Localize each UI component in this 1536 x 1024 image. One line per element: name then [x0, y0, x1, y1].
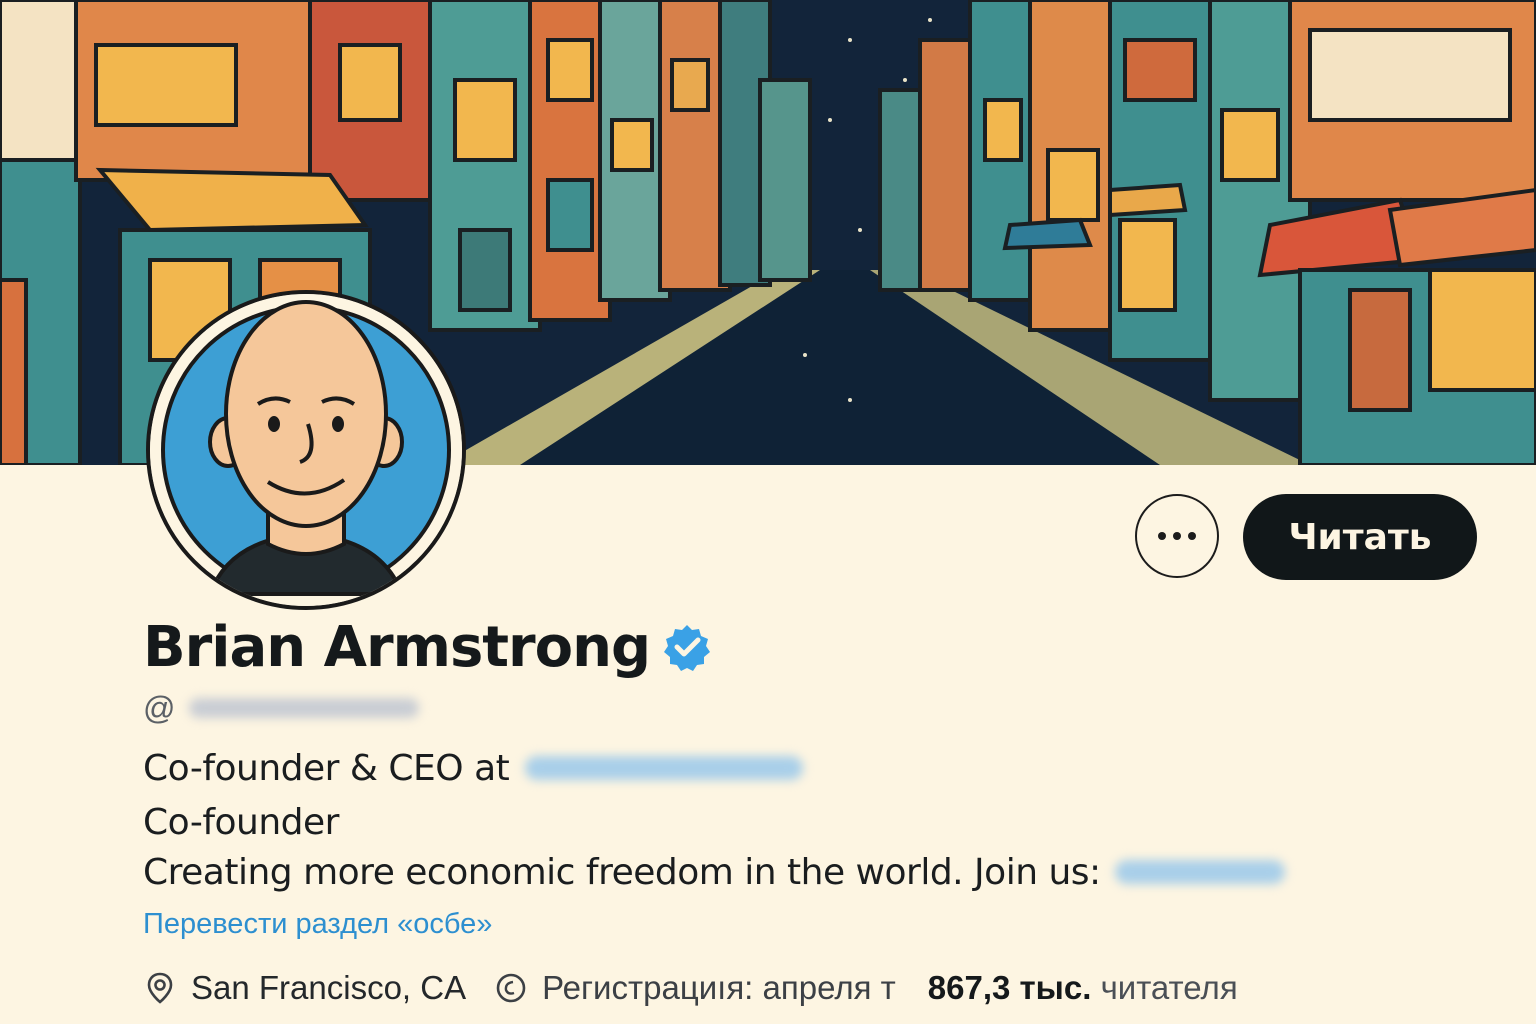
- location-icon: [147, 972, 173, 1004]
- calendar-icon: [496, 973, 526, 1003]
- join-date-text: Регистрациıя: апреля т: [542, 969, 896, 1006]
- bio-line-1-text: Co-founder & CEO at: [143, 747, 510, 789]
- redacted-company-link[interactable]: [525, 756, 804, 780]
- avatar-illustration: [150, 294, 462, 606]
- redacted-handle: [189, 698, 420, 718]
- verified-icon: [664, 625, 711, 671]
- handle-row: @: [143, 688, 420, 728]
- follow-button[interactable]: Читать: [1243, 494, 1477, 580]
- followers-label: читателя: [1100, 969, 1238, 1006]
- followers-link[interactable]: 867,3 тыс. читателя: [928, 969, 1238, 1007]
- bio-line-3-text: Creating more economic freedom in the wo…: [143, 851, 1101, 893]
- bio-line-2-text: Co-founder: [143, 801, 339, 843]
- profile-meta-row: San Francisco, CA Регистрациıя: апреля т…: [143, 962, 1238, 1014]
- more-icon: [1158, 532, 1196, 540]
- location-text: San Francisco, CA: [191, 969, 467, 1006]
- bio-line-2: Co-founder: [143, 796, 339, 848]
- profile-name-row: Brian Armstrong: [143, 612, 712, 682]
- bio-line-3: Creating more economic freedom in the wo…: [143, 846, 1285, 898]
- redacted-join-link[interactable]: [1114, 860, 1285, 884]
- bio-line-1: Co-founder & CEO at: [143, 742, 804, 794]
- translate-bio-link[interactable]: Перевести раздел «осбе»: [143, 908, 492, 941]
- profile-avatar[interactable]: [146, 290, 466, 610]
- followers-count: 867,3 тыс.: [927, 969, 1092, 1006]
- display-name: Brian Armstrong: [143, 614, 651, 680]
- handle-at-sign: @: [143, 689, 176, 726]
- more-options-button[interactable]: [1135, 494, 1219, 578]
